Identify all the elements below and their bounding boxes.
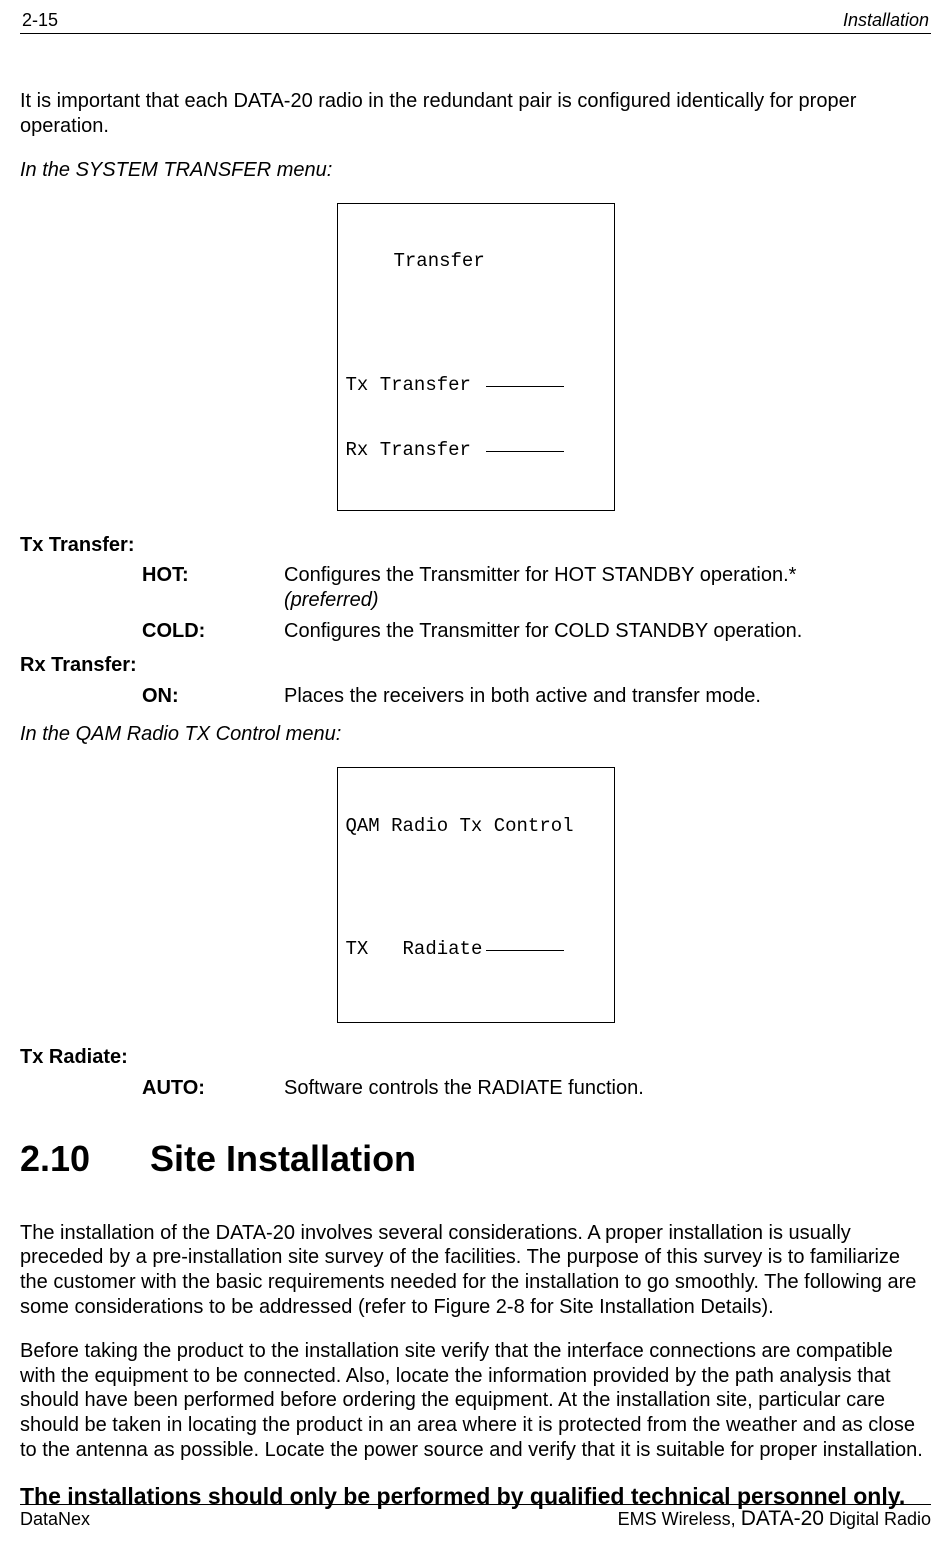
- def-key: HOT:: [20, 563, 284, 612]
- def-key: COLD:: [20, 619, 284, 644]
- header-section-name: Installation: [843, 10, 929, 31]
- menu-row-rx-transfer: Rx Transfer: [346, 440, 471, 462]
- page-footer: DataNex EMS Wireless, DATA-20 Digital Ra…: [20, 1504, 931, 1531]
- def-row-on: ON: Places the receivers in both active …: [20, 684, 931, 709]
- menu-2-caption: In the QAM Radio TX Control menu:: [20, 722, 931, 747]
- def-value: Configures the Transmitter for COLD STAN…: [284, 619, 931, 644]
- section-number: 2.10: [20, 1137, 150, 1181]
- def-value: Software controls the RADIATE function.: [284, 1076, 931, 1101]
- section-heading: 2.10 Site Installation: [20, 1137, 931, 1181]
- def-value: Configures the Transmitter for HOT STAND…: [284, 563, 931, 612]
- menu-qam-title: QAM Radio Tx Control: [346, 816, 606, 838]
- menu-blank-line: [486, 437, 564, 452]
- tx-transfer-heading: Tx Transfer:: [20, 533, 931, 558]
- def-row-cold: COLD: Configures the Transmitter for COL…: [20, 619, 931, 644]
- footer-right: EMS Wireless, DATA-20 Digital Radio: [618, 1507, 931, 1531]
- menu-transfer-title: Transfer: [346, 251, 606, 273]
- menu-transfer-box: Transfer Tx Transfer Rx Transfer: [337, 203, 615, 511]
- def-row-auto: AUTO: Software controls the RADIATE func…: [20, 1076, 931, 1101]
- intro-paragraph: It is important that each DATA-20 radio …: [20, 89, 931, 138]
- menu-row-tx-transfer: Tx Transfer: [346, 375, 471, 397]
- def-value: Places the receivers in both active and …: [284, 684, 931, 709]
- rx-transfer-heading: Rx Transfer:: [20, 653, 931, 678]
- menu-1-caption: In the SYSTEM TRANSFER menu:: [20, 158, 931, 183]
- menu-blank-line: [486, 372, 564, 387]
- menu-row-radiate: Radiate: [403, 939, 483, 961]
- def-key: AUTO:: [20, 1076, 284, 1101]
- menu-blank-line: [486, 936, 564, 951]
- section-title: Site Installation: [150, 1137, 416, 1181]
- header-page-number: 2-15: [22, 10, 58, 31]
- header-rule: [20, 33, 931, 34]
- def-row-hot: HOT: Configures the Transmitter for HOT …: [20, 563, 931, 612]
- body-paragraph-2: Before taking the product to the install…: [20, 1339, 931, 1462]
- footer-rule: [20, 1504, 931, 1505]
- footer-left: DataNex: [20, 1509, 90, 1530]
- def-key: ON:: [20, 684, 284, 709]
- menu-qam-box: QAM Radio Tx Control TX Radiate: [337, 767, 615, 1023]
- menu-row-tx: TX: [346, 939, 369, 961]
- body-paragraph-1: The installation of the DATA-20 involves…: [20, 1221, 931, 1319]
- tx-radiate-heading: Tx Radiate:: [20, 1045, 931, 1070]
